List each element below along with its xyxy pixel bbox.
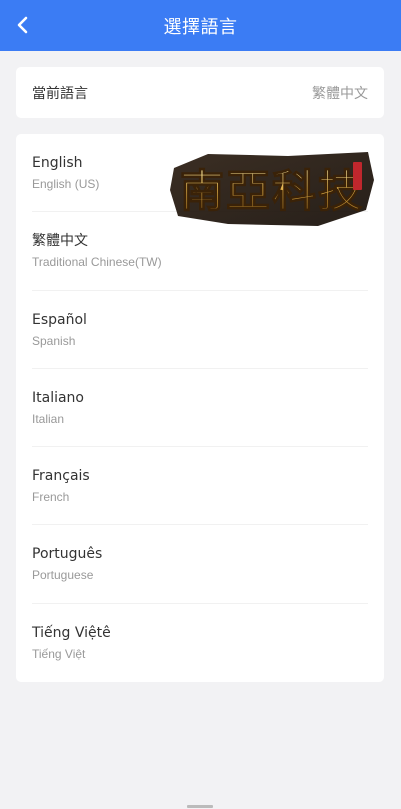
watermark-logo: 南亞科技 — [170, 152, 374, 226]
language-subtitle: Italian — [32, 411, 65, 426]
current-language-label: 當前語言 — [32, 85, 88, 102]
language-subtitle: Portuguese — [32, 568, 94, 583]
language-name: 繁體中文 — [32, 233, 88, 250]
app-header: 選擇語言 — [0, 0, 401, 51]
language-subtitle: French — [32, 490, 70, 505]
svg-text:南亞科技: 南亞科技 — [180, 166, 364, 217]
language-item-italian[interactable]: Italiano Italian — [32, 369, 368, 448]
language-name: Français — [32, 468, 90, 485]
current-language-card: 當前語言 繁體中文 — [16, 67, 384, 118]
language-name: Español — [32, 311, 87, 328]
language-item-spanish[interactable]: Español Spanish — [32, 291, 368, 369]
language-name: Tiếng Việtê — [32, 624, 111, 641]
language-subtitle: Spanish — [32, 333, 76, 348]
page-title: 選擇語言 — [163, 16, 238, 38]
language-item-french[interactable]: Français French — [32, 447, 368, 526]
language-name: Italiano — [32, 389, 84, 406]
language-item-vietnamese[interactable]: Tiếng Việtê Tiếng Việt — [32, 604, 368, 682]
language-subtitle: Traditional Chinese(TW) — [32, 255, 162, 270]
language-subtitle: Tiếng Việt — [32, 646, 86, 661]
language-name: Português — [32, 546, 103, 563]
language-item-portuguese[interactable]: Português Portuguese — [32, 525, 368, 604]
back-button[interactable] — [10, 13, 34, 37]
home-indicator — [187, 805, 213, 808]
current-language-value: 繁體中文 — [312, 85, 368, 102]
chevron-left-icon — [17, 16, 28, 34]
